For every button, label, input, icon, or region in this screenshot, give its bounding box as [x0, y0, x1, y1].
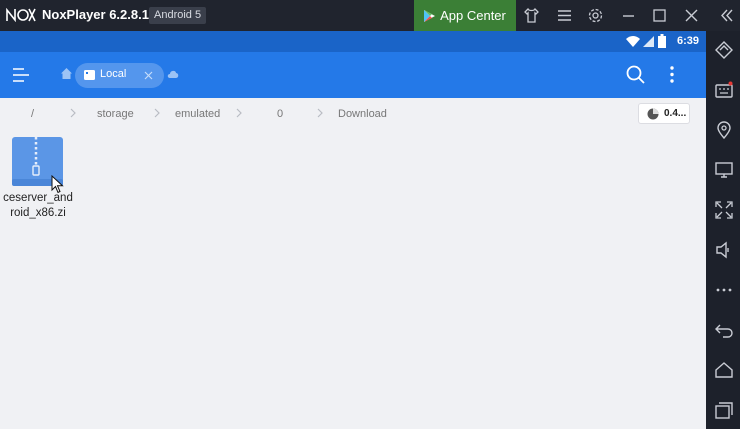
- gear-icon[interactable]: [587, 7, 604, 24]
- nox-sidebar: [706, 31, 740, 429]
- more-options-icon[interactable]: [669, 65, 675, 84]
- fullscreen-icon[interactable]: [715, 201, 733, 219]
- app-center-button[interactable]: App Center: [414, 0, 516, 31]
- breadcrumb-download[interactable]: Download: [338, 108, 387, 120]
- maximize-icon[interactable]: [651, 7, 668, 24]
- home-icon[interactable]: [61, 68, 72, 79]
- tab-local[interactable]: Local: [75, 63, 164, 88]
- status-bar: 6:39: [0, 31, 706, 52]
- storage-usage-indicator[interactable]: 0.4...: [638, 103, 690, 124]
- location-icon[interactable]: [715, 121, 733, 139]
- app-title: NoxPlayer 6.2.8.1: [42, 7, 149, 22]
- search-icon[interactable]: [626, 65, 645, 84]
- chevron-right-icon: [236, 108, 242, 118]
- breadcrumb: / storage emulated 0 Download 0.4...: [0, 98, 706, 130]
- screen-record-icon[interactable]: [715, 161, 733, 179]
- title-bar: NoxPlayer 6.2.8.1 Android 5 App Center: [0, 0, 740, 31]
- file-item[interactable]: ceserver_android_x86.zi: [0, 135, 76, 225]
- wifi-icon: [626, 36, 640, 47]
- chevron-right-icon: [317, 108, 323, 118]
- shirt-icon[interactable]: [523, 7, 540, 24]
- battery-icon: [658, 34, 666, 48]
- mouse-cursor-icon: [51, 175, 64, 194]
- more-tools-icon[interactable]: [715, 281, 733, 299]
- recent-apps-icon[interactable]: [715, 401, 733, 419]
- tab-local-label: Local: [100, 68, 127, 80]
- rotate-screen-icon[interactable]: [715, 41, 733, 59]
- collapse-sidebar-icon[interactable]: [718, 7, 735, 24]
- status-time: 6:39: [676, 35, 699, 47]
- nox-logo-icon: [6, 8, 36, 22]
- drawer-menu-icon[interactable]: [12, 67, 30, 83]
- chevron-right-icon: [154, 108, 160, 118]
- android-version-badge: Android 5: [149, 7, 207, 24]
- cloud-icon[interactable]: [167, 69, 179, 78]
- keyboard-icon[interactable]: [715, 81, 733, 99]
- back-icon[interactable]: [715, 321, 733, 339]
- device-icon: [84, 70, 95, 80]
- chevron-right-icon: [70, 108, 76, 118]
- breadcrumb-storage[interactable]: storage: [97, 108, 134, 120]
- file-name: ceserver_android_x86.zi: [3, 192, 73, 219]
- android-home-icon[interactable]: [715, 361, 733, 379]
- breadcrumb-emulated[interactable]: emulated: [175, 108, 220, 120]
- app-center-label: App Center: [440, 8, 506, 23]
- storage-usage-value: 0.4...: [664, 108, 687, 119]
- close-tab-icon[interactable]: [144, 71, 153, 80]
- close-icon[interactable]: [683, 7, 700, 24]
- pie-chart-icon: [647, 108, 659, 120]
- android-screen: 6:39 Local / storage emulated 0 Download…: [0, 31, 706, 429]
- breadcrumb-root[interactable]: /: [31, 108, 34, 120]
- breadcrumb-0[interactable]: 0: [277, 108, 283, 120]
- minimize-icon[interactable]: [620, 7, 637, 24]
- signal-icon: [643, 36, 654, 47]
- menu-icon[interactable]: [556, 7, 573, 24]
- nox-player-window: NoxPlayer 6.2.8.1 Android 5 App Center 6…: [0, 0, 740, 429]
- app-bar: Local: [0, 52, 706, 98]
- volume-icon[interactable]: [715, 241, 733, 259]
- play-store-icon: [424, 9, 436, 22]
